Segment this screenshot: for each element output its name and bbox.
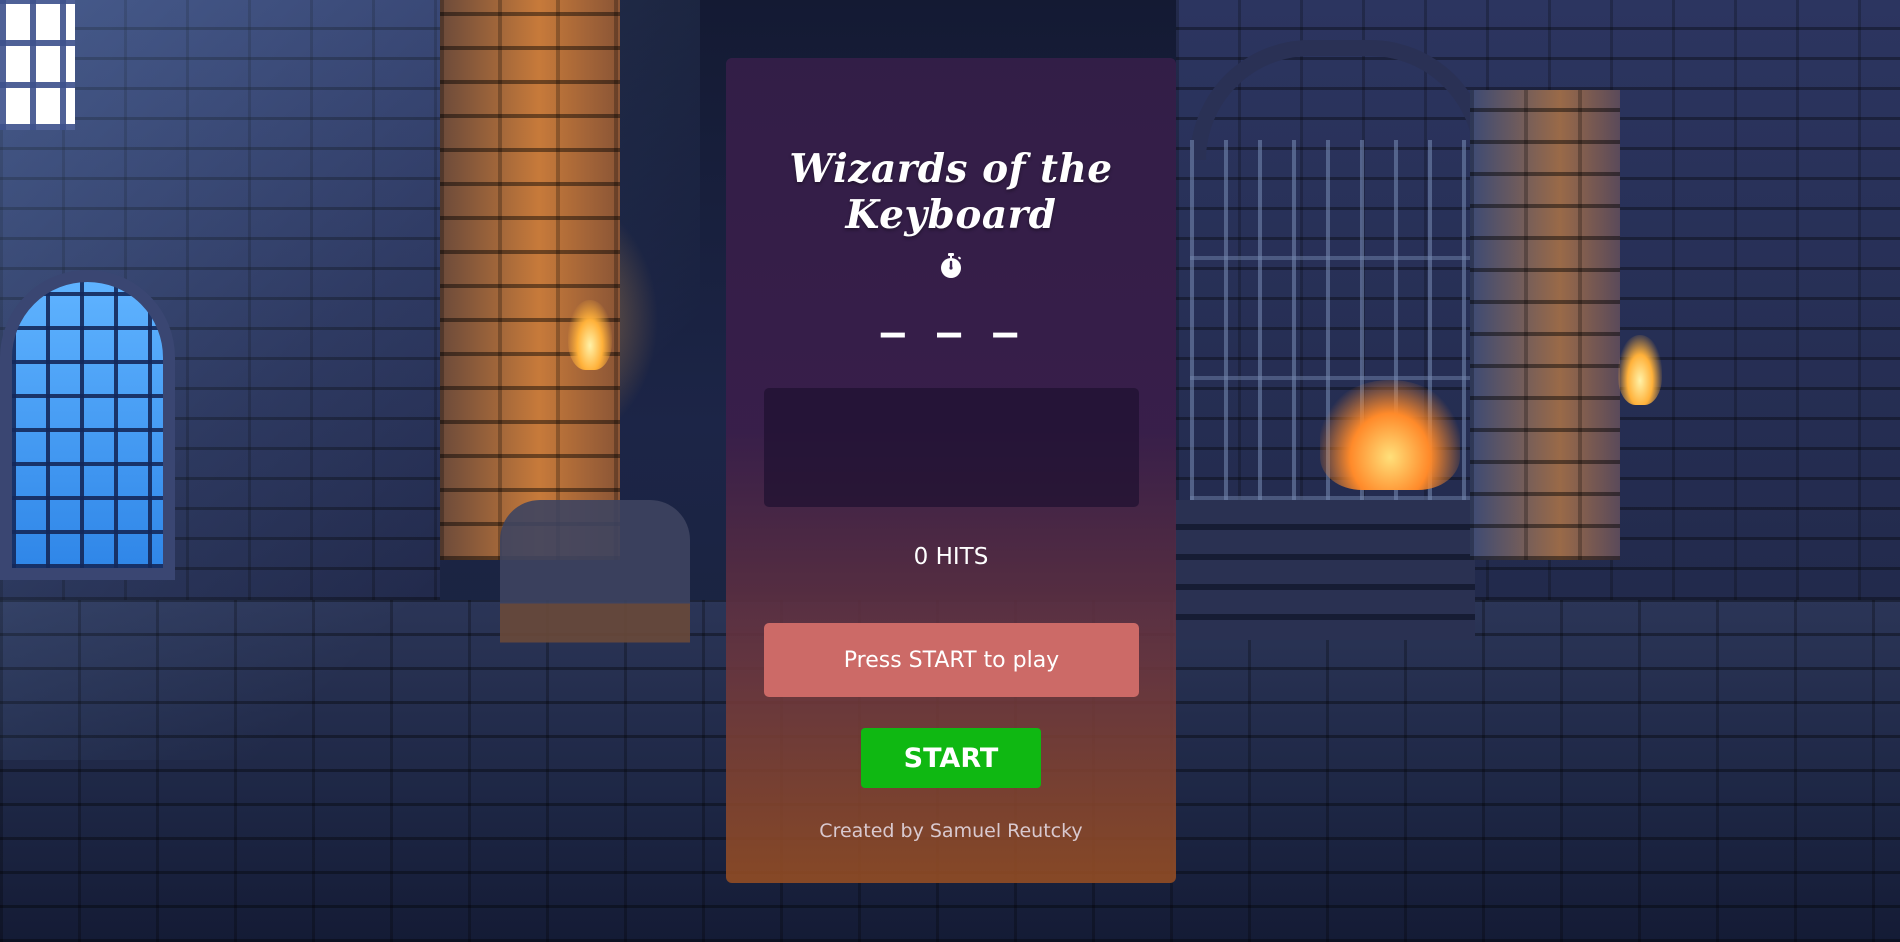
hits-counter: 0 HITS bbox=[913, 544, 989, 570]
game-panel: Wizards of the Keyboard – – – 0 HITS Pre… bbox=[726, 58, 1176, 883]
start-button[interactable]: START bbox=[861, 728, 1041, 788]
brick-pillar-left bbox=[440, 0, 620, 560]
torch-flame-right bbox=[1618, 335, 1662, 405]
arched-window bbox=[0, 270, 175, 580]
word-display bbox=[764, 388, 1139, 507]
fireplace-flame bbox=[1320, 380, 1460, 490]
upper-window bbox=[0, 0, 75, 130]
brick-pillar-right bbox=[1470, 90, 1620, 560]
torch-flame-left bbox=[568, 300, 612, 370]
status-message: Press START to play bbox=[764, 623, 1139, 697]
stopwatch-icon bbox=[941, 253, 961, 278]
stone-stairs bbox=[1175, 500, 1475, 640]
game-title: Wizards of the Keyboard bbox=[789, 146, 1113, 238]
timer-display: – – – bbox=[880, 310, 1022, 356]
author-credit: Created by Samuel Reutcky bbox=[819, 820, 1083, 842]
wooden-chair bbox=[500, 500, 690, 730]
